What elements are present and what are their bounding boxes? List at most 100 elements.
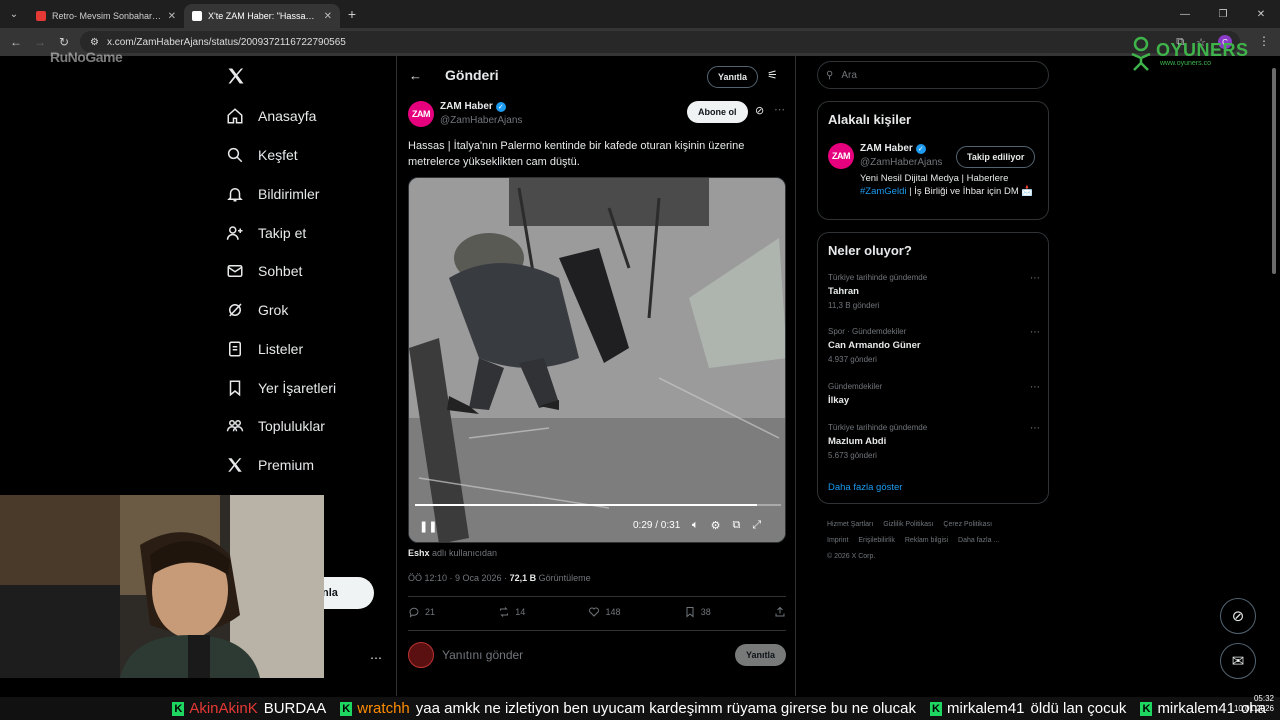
video-progress-bar[interactable] (415, 504, 781, 506)
sidebar-item-communities[interactable]: Topluluklar (226, 413, 325, 439)
settings-gear-icon[interactable]: ⚙ (711, 519, 721, 532)
more-options-icon[interactable]: ⋯ (1030, 327, 1040, 338)
bookmark-action[interactable]: 38 (684, 606, 711, 618)
trend-item[interactable]: Gündemdekiler İlkay ⋯ (828, 382, 1040, 406)
bio-hashtag[interactable]: #ZamGeldi (860, 186, 906, 197)
footer-link[interactable]: Erişilebilirlik (858, 537, 895, 544)
author-handle[interactable]: @ZamHaberAjans (440, 115, 522, 126)
sidebar-item-label: Sohbet (258, 263, 303, 279)
reply-input[interactable]: Yanıtını gönder (442, 648, 735, 662)
share-action[interactable] (774, 606, 786, 618)
footer-link[interactable]: Reklam bilgisi (905, 537, 948, 544)
address-bar[interactable]: ⚙ x.com/ZamHaberAjans/status/20093721167… (80, 31, 1240, 53)
sidebar-item-label: Takip et (258, 225, 307, 241)
grok-icon[interactable]: ⊘ (755, 104, 764, 117)
chrome-menu-icon[interactable]: ⋮ (1258, 34, 1270, 48)
footer-link[interactable]: Gizlilik Politikası (883, 521, 933, 528)
sidebar-item-notifications[interactable]: Bildirimler (226, 181, 319, 207)
x-favicon-icon (192, 11, 202, 21)
sidebar-item-label: Bildirimler (258, 186, 320, 202)
messages-fab-icon[interactable]: ✉ (1220, 643, 1256, 679)
scrollbar-thumb[interactable] (1272, 68, 1276, 274)
forward-icon[interactable]: → (28, 35, 52, 49)
fullscreen-icon[interactable]: ⤢ (752, 519, 761, 532)
divider (408, 630, 786, 631)
sidebar-item-home[interactable]: Anasayfa (226, 103, 316, 129)
trend-item[interactable]: Türkiye tarihinde gündemde Mazlum Abdi 5… (828, 423, 1040, 460)
related-name[interactable]: ZAM Haber ✓ (860, 143, 926, 154)
more-options-icon[interactable]: ⋯ (774, 103, 785, 116)
sidebar-item-follow[interactable]: Takip et (226, 220, 306, 246)
trend-context: Türkiye tarihinde gündemde (828, 273, 928, 282)
footer-link[interactable]: Imprint (827, 537, 848, 544)
subscribe-button[interactable]: Abone ol (687, 101, 748, 123)
sidebar-item-lists[interactable]: Listeler (226, 336, 303, 362)
search-input[interactable]: ⚲ Ara (817, 61, 1049, 89)
sidebar-item-label: Premium (258, 457, 315, 473)
show-more-link[interactable]: Daha fazla göster (828, 482, 902, 493)
header-reply-button[interactable]: Yanıtla (707, 66, 759, 88)
related-people-card: Alakalı kişiler ZAM ZAM Haber ✓ @ZamHabe… (817, 101, 1049, 220)
video-player[interactable]: ❚❚ 0:29 / 0:31 🔈︎ ⚙ ⧉ ⤢ (408, 177, 786, 543)
repost-action[interactable]: 14 (498, 606, 525, 618)
bookmark-count: 38 (700, 607, 711, 617)
pause-icon[interactable]: ❚❚ (419, 520, 437, 533)
trends-card: Neler oluyor? Türkiye tarihinde gündemde… (817, 232, 1049, 504)
sidebar-item-chat[interactable]: Sohbet (226, 258, 302, 284)
following-button[interactable]: Takip ediliyor (956, 146, 1036, 168)
grok-fab-icon[interactable]: ⊘ (1220, 598, 1256, 634)
minimize-icon[interactable]: — (1166, 0, 1204, 28)
attribution-user[interactable]: Eshx (408, 548, 430, 558)
author-name[interactable]: ZAM Haber ✓ (440, 101, 506, 112)
more-options-icon[interactable]: ⋯ (1030, 423, 1040, 434)
picture-in-picture-icon[interactable]: ⧉ (732, 519, 740, 532)
new-tab-icon[interactable]: + (340, 6, 364, 22)
more-options-icon[interactable]: ⋯ (1030, 382, 1040, 393)
browser-tab-2[interactable]: X'te ZAM Haber: "Hassas | İt... ✕ (184, 4, 340, 28)
more-options-icon[interactable]: ⋯ (1030, 273, 1040, 284)
trend-name: Mazlum Abdi (828, 436, 887, 447)
post-timestamp[interactable]: ÖÖ 12:10 · 9 Oca 2026 · (408, 573, 510, 583)
close-tab-icon[interactable]: ✕ (324, 11, 332, 22)
trend-item[interactable]: Spor · Gündemdekiler Can Armando Güner 4… (828, 327, 1040, 364)
view-label: Görüntüleme (536, 573, 591, 583)
system-clock[interactable]: 05:32 10.01.2026 (1234, 694, 1274, 714)
oyuners-logo-icon (1131, 36, 1151, 71)
streamer-webcam-image (0, 495, 324, 678)
x-logo-icon[interactable] (226, 66, 246, 86)
reply-action[interactable]: 21 (408, 606, 435, 618)
person-add-icon (226, 226, 243, 240)
page-scrollbar[interactable] (1270, 58, 1278, 694)
close-tab-icon[interactable]: ✕ (168, 11, 176, 22)
site-info-icon[interactable]: ⚙ (90, 37, 99, 48)
related-handle[interactable]: @ZamHaberAjans (860, 157, 942, 168)
user-avatar[interactable] (408, 642, 434, 668)
sidebar-item-bookmarks[interactable]: Yer İşaretleri (226, 375, 336, 401)
related-avatar[interactable]: ZAM (828, 143, 854, 169)
volume-icon[interactable]: 🔈︎ (692, 519, 699, 532)
sliders-icon[interactable]: ⚟ (767, 68, 778, 82)
sidebar-item-premium[interactable]: Premium (226, 452, 314, 478)
chat-text: yaa amkk ne izletiyon ben uyucam kardeşi… (415, 700, 916, 717)
account-more-icon[interactable]: ⋯ (370, 651, 382, 665)
close-window-icon[interactable]: ✕ (1242, 0, 1280, 28)
back-icon[interactable]: ← (4, 35, 28, 49)
footer-link[interactable]: Çerez Politikası (943, 521, 992, 528)
footer-link[interactable]: Daha fazla ... (958, 537, 999, 544)
tab-search-chevron-icon[interactable]: ⌄ (0, 0, 28, 28)
post-text: Hassas | İtalya'nın Palermo kentinde bir… (408, 140, 745, 168)
sidebar-item-grok[interactable]: Grok (226, 297, 288, 323)
like-action[interactable]: 148 (588, 606, 621, 618)
post-column: ← Gönderi Yanıtla ⚟ ZAM ZAM Haber ✓ @Zam… (396, 56, 796, 696)
reply-submit-button[interactable]: Yanıtla (734, 644, 786, 666)
divider (408, 596, 786, 597)
reload-icon[interactable]: ↻ (52, 35, 76, 49)
back-arrow-icon[interactable]: ← (409, 68, 422, 83)
sidebar-item-explore[interactable]: Keşfet (226, 142, 298, 168)
trend-item[interactable]: Türkiye tarihinde gündemde Tahran 11,3 B… (828, 273, 1040, 310)
browser-tab-1[interactable]: Retro- Mevsim Sonbahar X MV... ✕ (28, 4, 184, 28)
author-avatar[interactable]: ZAM (408, 101, 434, 127)
restore-icon[interactable]: ❐ (1204, 0, 1242, 28)
footer-link[interactable]: Hizmet Şartları (827, 521, 873, 528)
related-bio: Yeni Nesil Dijital Medya | Haberlere #Za… (860, 172, 1042, 198)
